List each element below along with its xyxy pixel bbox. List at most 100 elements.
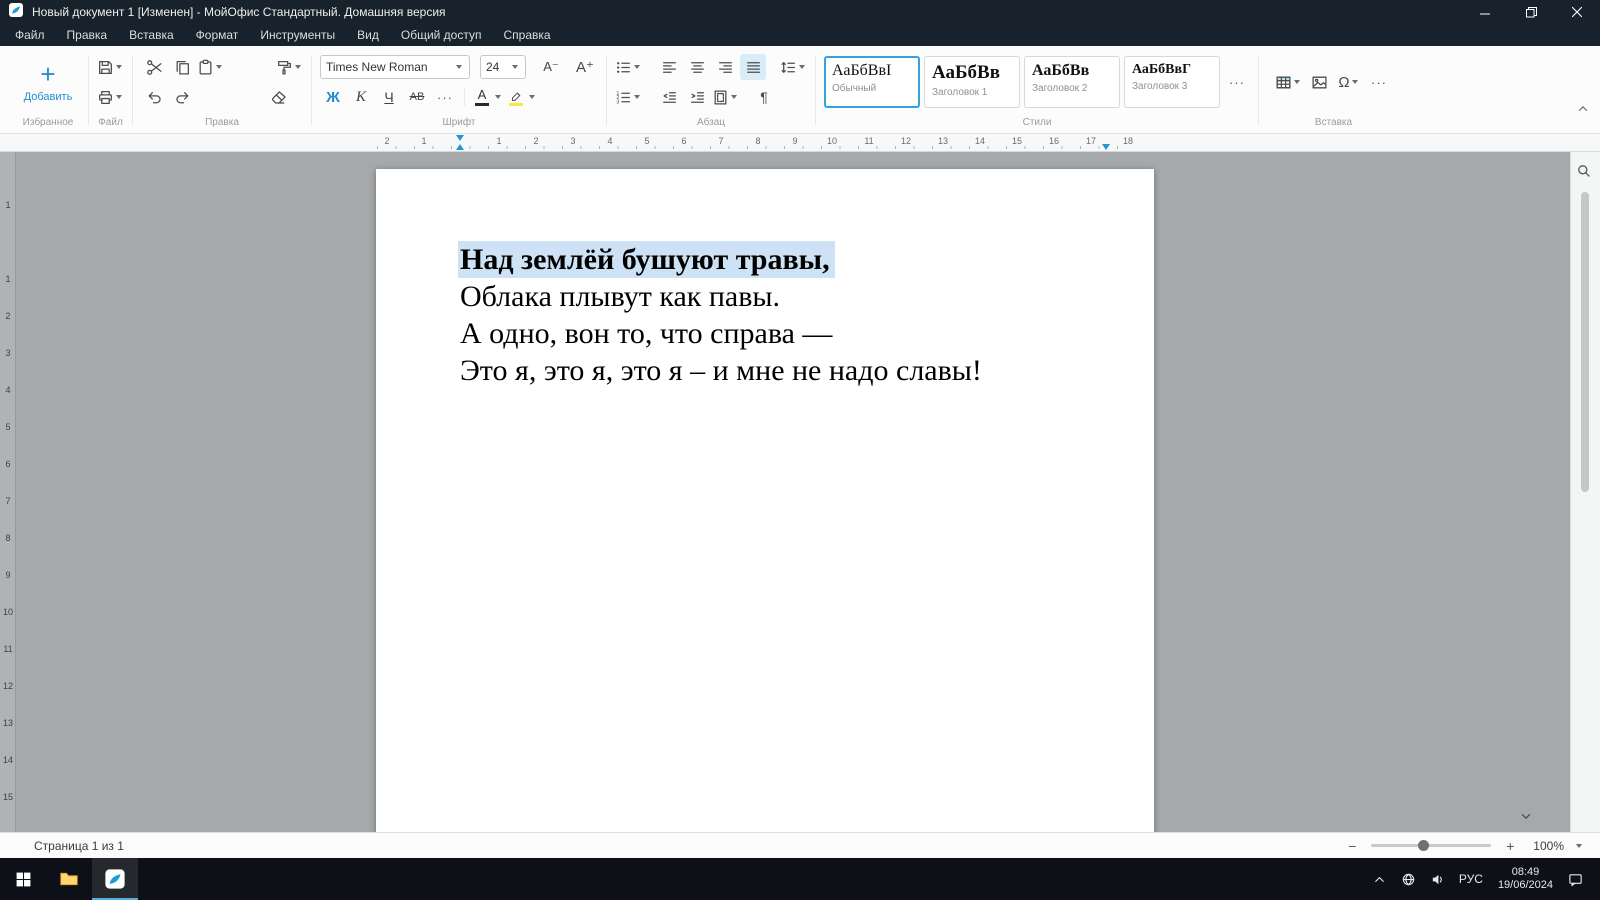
start-button[interactable] bbox=[0, 858, 46, 900]
notification-button[interactable] bbox=[1561, 858, 1590, 900]
ruler-number: 16 bbox=[1048, 136, 1060, 146]
chevron-down-icon bbox=[495, 95, 501, 99]
network-button[interactable] bbox=[1394, 858, 1423, 900]
decrease-indent-button[interactable] bbox=[656, 84, 682, 110]
right-panel bbox=[1570, 152, 1600, 832]
document-line[interactable]: А одно, вон то, что справа — bbox=[460, 315, 1110, 352]
ruler-number: 18 bbox=[1122, 136, 1134, 146]
menu-item-view[interactable]: Вид bbox=[346, 24, 390, 46]
text-color-button[interactable]: А bbox=[471, 84, 503, 110]
restore-button[interactable] bbox=[1508, 0, 1554, 24]
zoom-slider-thumb[interactable] bbox=[1418, 840, 1430, 851]
font-size-select[interactable]: 24 bbox=[480, 55, 526, 79]
justify-button[interactable] bbox=[740, 54, 766, 80]
style-heading2[interactable]: АаБбВв Заголовок 2 bbox=[1024, 56, 1120, 108]
redo-icon bbox=[175, 91, 188, 103]
group-label-favorites: Избранное bbox=[22, 117, 74, 128]
group-label-paragraph: Абзац bbox=[696, 117, 726, 128]
show-formatting-button[interactable]: ¶ bbox=[751, 84, 777, 110]
toolbar-collapse-button[interactable] bbox=[1576, 102, 1590, 121]
chevron-up-icon bbox=[1578, 105, 1588, 112]
clock-date: 19/06/2024 bbox=[1497, 879, 1553, 891]
menu-item-help[interactable]: Справка bbox=[492, 24, 561, 46]
add-favorite-button[interactable]: + Добавить bbox=[16, 61, 80, 103]
menu-item-share[interactable]: Общий доступ bbox=[390, 24, 493, 46]
save-button[interactable] bbox=[97, 54, 124, 80]
group-label-insert: Вставка bbox=[1314, 117, 1353, 128]
ruler-number: 17 bbox=[1085, 136, 1097, 146]
zoom-in-button[interactable]: + bbox=[1501, 838, 1519, 854]
ruler-number: 1 bbox=[5, 200, 11, 210]
paste-button[interactable] bbox=[197, 54, 224, 80]
scroll-down-button[interactable] bbox=[1514, 804, 1538, 828]
highlight-color-button[interactable] bbox=[505, 84, 537, 110]
myoffice-taskbar-button[interactable] bbox=[92, 858, 138, 900]
copy-button[interactable] bbox=[169, 54, 195, 80]
zoom-out-button[interactable]: − bbox=[1343, 838, 1361, 854]
ruler-number: 11 bbox=[864, 136, 874, 146]
vertical-scrollbar[interactable] bbox=[1581, 192, 1589, 492]
document-text[interactable]: Над землёй бушуют травы, Облака плывут к… bbox=[376, 169, 1154, 389]
tray-expand-button[interactable] bbox=[1365, 858, 1394, 900]
style-heading1[interactable]: АаБбВв Заголовок 1 bbox=[924, 56, 1020, 108]
page-margins-button[interactable] bbox=[712, 84, 739, 110]
insert-table-button[interactable] bbox=[1275, 69, 1302, 95]
bullet-list-button[interactable] bbox=[615, 54, 642, 80]
strikethrough-button[interactable]: АВ bbox=[404, 84, 430, 110]
close-button[interactable] bbox=[1554, 0, 1600, 24]
italic-button[interactable]: К bbox=[348, 84, 374, 110]
line-spacing-icon bbox=[781, 61, 795, 73]
decrease-font-button[interactable]: А⁻ bbox=[538, 54, 564, 80]
language-indicator[interactable]: РУС bbox=[1452, 858, 1490, 900]
print-button[interactable] bbox=[97, 84, 124, 110]
bold-button[interactable]: Ж bbox=[320, 84, 346, 110]
ruler-number: 7 bbox=[5, 496, 11, 506]
chevron-down-icon[interactable] bbox=[1576, 843, 1582, 848]
numbered-list-button[interactable]: 123 bbox=[615, 84, 642, 110]
first-line-indent-marker[interactable] bbox=[456, 135, 464, 141]
increase-font-button[interactable]: А⁺ bbox=[572, 54, 598, 80]
menu-item-tools[interactable]: Инструменты bbox=[249, 24, 346, 46]
menu-item-edit[interactable]: Правка bbox=[56, 24, 119, 46]
insert-symbol-button[interactable]: Ω bbox=[1336, 69, 1362, 95]
notification-icon bbox=[1569, 873, 1582, 886]
font-family-select[interactable]: Times New Roman bbox=[320, 55, 470, 79]
clear-formatting-button[interactable] bbox=[265, 84, 291, 110]
v-ruler: 1 1 2 3 4 5 6 7 8 9 10 11 12 13 14 15 bbox=[0, 152, 16, 832]
file-explorer-button[interactable] bbox=[46, 858, 92, 900]
document-line[interactable]: Облака плывут как павы. bbox=[460, 278, 1110, 315]
volume-button[interactable] bbox=[1423, 858, 1452, 900]
font-more-button[interactable]: ··· bbox=[432, 84, 458, 110]
insert-image-button[interactable] bbox=[1306, 69, 1332, 95]
menu-item-insert[interactable]: Вставка bbox=[118, 24, 185, 46]
left-indent-marker[interactable] bbox=[456, 144, 464, 150]
align-right-button[interactable] bbox=[712, 54, 738, 80]
menu-item-file[interactable]: Файл bbox=[4, 24, 56, 46]
insert-more-button[interactable]: ··· bbox=[1366, 69, 1392, 95]
style-normal[interactable]: АаБбВвІ Обычный bbox=[824, 56, 920, 108]
clock[interactable]: 08:49 19/06/2024 bbox=[1490, 866, 1561, 892]
cut-button[interactable] bbox=[141, 54, 167, 80]
format-painter-button[interactable] bbox=[276, 54, 303, 80]
styles-more-button[interactable]: ··· bbox=[1224, 69, 1250, 95]
minimize-button[interactable] bbox=[1462, 0, 1508, 24]
style-heading3[interactable]: АаБбВвГ Заголовок 3 bbox=[1124, 56, 1220, 108]
ruler-number: 1 bbox=[421, 136, 427, 146]
align-left-button[interactable] bbox=[656, 54, 682, 80]
right-indent-marker[interactable] bbox=[1102, 144, 1110, 150]
toolbar-group-edit: Правка bbox=[133, 48, 311, 133]
undo-button[interactable] bbox=[141, 84, 167, 110]
increase-indent-button[interactable] bbox=[684, 84, 710, 110]
redo-button[interactable] bbox=[169, 84, 195, 110]
zoom-slider[interactable] bbox=[1371, 840, 1492, 851]
align-center-button[interactable] bbox=[684, 54, 710, 80]
menu-item-format[interactable]: Формат bbox=[185, 24, 250, 46]
h-ruler: 2 1 1 2 3 4 5 6 7 8 9 10 11 12 13 14 15 16 17 18 bbox=[0, 134, 1600, 152]
document-page[interactable]: Над землёй бушуют травы, Облака плывут к… bbox=[376, 169, 1154, 832]
document-line[interactable]: Над землёй бушуют травы, bbox=[458, 241, 1110, 278]
document-line[interactable]: Это я, это я, это я – и мне не надо слав… bbox=[460, 352, 1110, 389]
search-button[interactable] bbox=[1573, 160, 1595, 182]
statusbar: Страница 1 из 1 − + 100% bbox=[0, 832, 1600, 858]
line-spacing-button[interactable] bbox=[780, 54, 807, 80]
underline-button[interactable]: Ч bbox=[376, 84, 402, 110]
